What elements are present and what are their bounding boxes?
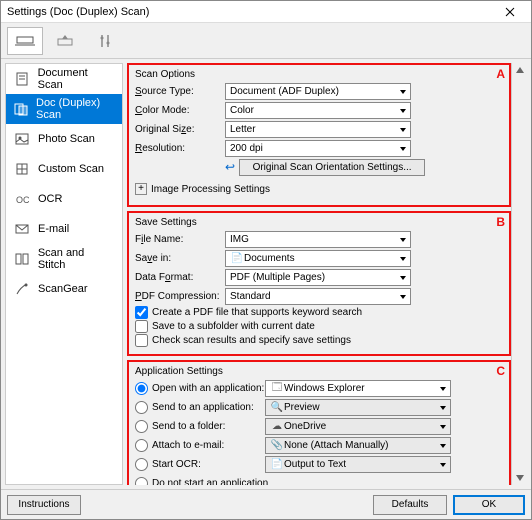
resolution-label: Resolution: (135, 143, 225, 154)
sidebar-item-label: Doc (Duplex) Scan (36, 97, 114, 121)
attach-icon: 📎 (270, 440, 284, 451)
body: Document Scan Doc (Duplex) Scan Photo Sc… (1, 59, 531, 489)
instructions-button[interactable]: Instructions (7, 495, 81, 515)
data-format-select[interactable]: PDF (Multiple Pages) (225, 269, 411, 286)
settings-window: Settings (Doc (Duplex) Scan) Document Sc… (0, 0, 532, 520)
scan-options-title: Scan Options (135, 69, 503, 80)
return-arrow-icon: ↩︎ (225, 160, 235, 174)
defaults-button[interactable]: Defaults (373, 495, 447, 515)
file-name-input[interactable]: IMG (225, 231, 411, 248)
data-format-label: Data Format: (135, 272, 225, 283)
footer: Instructions Defaults OK (1, 489, 531, 519)
scan-options-group: A Scan Options Source Type: Document (AD… (127, 63, 511, 207)
sidebar-item-scangear[interactable]: ScanGear (6, 274, 122, 304)
sidebar-item-ocr[interactable]: OCR OCR (6, 184, 122, 214)
sidebar-item-photo-scan[interactable]: Photo Scan (6, 124, 122, 154)
duplex-icon (14, 101, 28, 117)
top-icon-tabs (1, 23, 531, 59)
source-type-label: Source Type: (135, 86, 225, 97)
sidebar-item-label: Scan and Stitch (38, 247, 114, 271)
email-icon (14, 221, 30, 237)
app-settings-title: Application Settings (135, 366, 503, 377)
app-settings-group: C Application Settings Open with an appl… (127, 360, 511, 485)
ocr-icon: OCR (14, 191, 30, 207)
ok-button[interactable]: OK (453, 495, 525, 515)
send-to-folder-radio[interactable]: Send to a folder: (135, 420, 265, 433)
preview-icon: 🔍 (270, 402, 284, 413)
attach-email-radio[interactable]: Attach to e-mail: (135, 439, 265, 452)
stitch-icon (14, 251, 30, 267)
main-panel: A Scan Options Source Type: Document (AD… (127, 63, 511, 485)
group-letter-a: A (496, 67, 505, 81)
no-start-radio[interactable]: Do not start an application (135, 477, 335, 486)
send-to-app-select[interactable]: 🔍Preview (265, 399, 451, 416)
sidebar-item-label: E-mail (38, 223, 69, 235)
scangear-icon (14, 281, 30, 297)
open-with-select[interactable]: 🗔Windows Explorer (265, 380, 451, 397)
tools-tab-icon[interactable] (87, 27, 123, 55)
sidebar-item-label: Document Scan (38, 67, 114, 91)
expand-image-processing[interactable]: + (135, 183, 147, 195)
sidebar-item-email[interactable]: E-mail (6, 214, 122, 244)
image-processing-label: Image Processing Settings (151, 184, 270, 195)
check-scan-results-checkbox[interactable]: Check scan results and specify save sett… (135, 334, 503, 347)
document-icon (14, 71, 30, 87)
source-type-select[interactable]: Document (ADF Duplex) (225, 83, 411, 100)
sidebar-item-label: OCR (38, 193, 62, 205)
save-settings-title: Save Settings (135, 217, 503, 228)
start-ocr-select[interactable]: 📄Output to Text (265, 456, 451, 473)
scroll-up-icon[interactable] (512, 63, 527, 77)
open-with-app-radio[interactable]: Open with an application: (135, 382, 265, 395)
output-tab-icon[interactable] (47, 27, 83, 55)
sidebar-item-label: ScanGear (38, 283, 88, 295)
close-button[interactable] (495, 3, 525, 21)
original-size-label: Original Size: (135, 124, 225, 135)
scanner-tab-icon[interactable] (7, 27, 43, 55)
save-settings-group: B Save Settings File Name: IMG Save in: … (127, 211, 511, 356)
send-to-app-radio[interactable]: Send to an application: (135, 401, 265, 414)
color-mode-select[interactable]: Color (225, 102, 411, 119)
custom-icon (14, 161, 30, 177)
scrollbar[interactable] (511, 63, 527, 485)
scroll-down-icon[interactable] (512, 471, 527, 485)
pdf-compression-select[interactable]: Standard (225, 288, 411, 305)
group-letter-b: B (496, 215, 505, 229)
orientation-settings-button[interactable]: Original Scan Orientation Settings... (239, 159, 425, 176)
sidebar-item-scan-stitch[interactable]: Scan and Stitch (6, 244, 122, 274)
save-in-label: Save in: (135, 253, 225, 264)
titlebar: Settings (Doc (Duplex) Scan) (1, 1, 531, 23)
photo-icon (14, 131, 30, 147)
color-mode-label: Color Mode: (135, 105, 225, 116)
sidebar-item-label: Custom Scan (38, 163, 104, 175)
original-size-select[interactable]: Letter (225, 121, 411, 138)
onedrive-icon: ☁ (270, 421, 284, 432)
explorer-icon: 🗔 (270, 380, 284, 397)
sidebar: Document Scan Doc (Duplex) Scan Photo Sc… (5, 63, 123, 485)
file-name-label: File Name: (135, 234, 225, 245)
save-in-select[interactable]: 📄Documents (225, 250, 411, 267)
send-to-folder-select[interactable]: ☁OneDrive (265, 418, 451, 435)
keyword-search-checkbox[interactable]: Create a PDF file that supports keyword … (135, 306, 503, 319)
svg-text:OCR: OCR (16, 195, 29, 205)
sidebar-item-label: Photo Scan (38, 133, 95, 145)
resolution-select[interactable]: 200 dpi (225, 140, 411, 157)
attach-email-select[interactable]: 📎None (Attach Manually) (265, 437, 451, 454)
sidebar-item-duplex-scan[interactable]: Doc (Duplex) Scan (6, 94, 122, 124)
sidebar-item-custom-scan[interactable]: Custom Scan (6, 154, 122, 184)
start-ocr-radio[interactable]: Start OCR: (135, 458, 265, 471)
group-letter-c: C (496, 364, 505, 378)
sidebar-item-document-scan[interactable]: Document Scan (6, 64, 122, 94)
window-title: Settings (Doc (Duplex) Scan) (7, 6, 495, 18)
text-icon: 📄 (270, 459, 284, 470)
folder-icon: 📄 (230, 253, 244, 264)
pdf-compression-label: PDF Compression: (135, 291, 225, 302)
subfolder-date-checkbox[interactable]: Save to a subfolder with current date (135, 320, 503, 333)
